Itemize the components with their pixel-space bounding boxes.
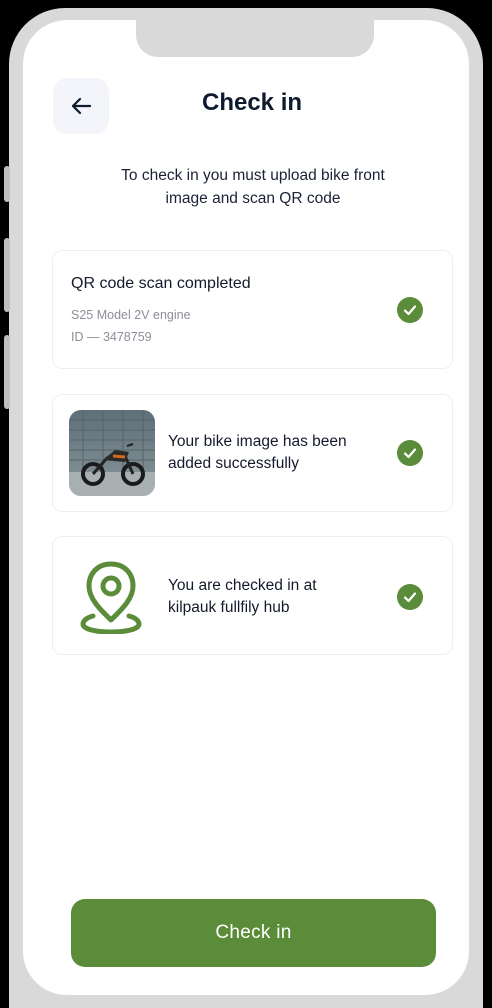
app-screen: Check in To check in you must upload bik… <box>23 20 469 995</box>
check-circle-icon <box>397 297 423 323</box>
status-line: added successfully <box>168 455 299 472</box>
bike-thumbnail[interactable] <box>69 410 155 496</box>
qr-scan-card: QR code scan completed S25 Model 2V engi… <box>52 250 453 369</box>
status-line: You are checked in at <box>168 577 317 594</box>
check-circle-icon <box>397 584 423 610</box>
check-in-button[interactable]: Check in <box>71 899 436 967</box>
instructions-text: To check in you must upload bike front i… <box>93 164 413 210</box>
location-card: You are checked in at kilpauk fullfily h… <box>52 536 453 655</box>
instructions-line: To check in you must upload bike front <box>121 167 385 184</box>
motorcycle-photo <box>69 410 155 496</box>
bike-model-text: S25 Model 2V engine <box>71 308 191 322</box>
page-title: Check in <box>201 89 303 116</box>
status-line: kilpauk fullfily hub <box>168 599 290 616</box>
bike-id-text: ID — 3478759 <box>71 330 152 344</box>
qr-scan-title: QR code scan completed <box>71 275 251 292</box>
phone-side-button <box>4 238 10 312</box>
status-line: Your bike image has been <box>168 433 347 450</box>
instructions-line: image and scan QR code <box>165 190 341 207</box>
phone-notch <box>136 20 374 57</box>
checkin-location-text: You are checked in at kilpauk fullfily h… <box>168 575 378 619</box>
phone-side-button <box>4 335 10 409</box>
phone-side-button <box>4 166 10 202</box>
bike-image-card: Your bike image has been added successfu… <box>52 394 453 512</box>
check-circle-icon <box>397 440 423 466</box>
location-pin-icon <box>80 561 142 634</box>
bike-image-status-text: Your bike image has been added successfu… <box>168 431 378 475</box>
